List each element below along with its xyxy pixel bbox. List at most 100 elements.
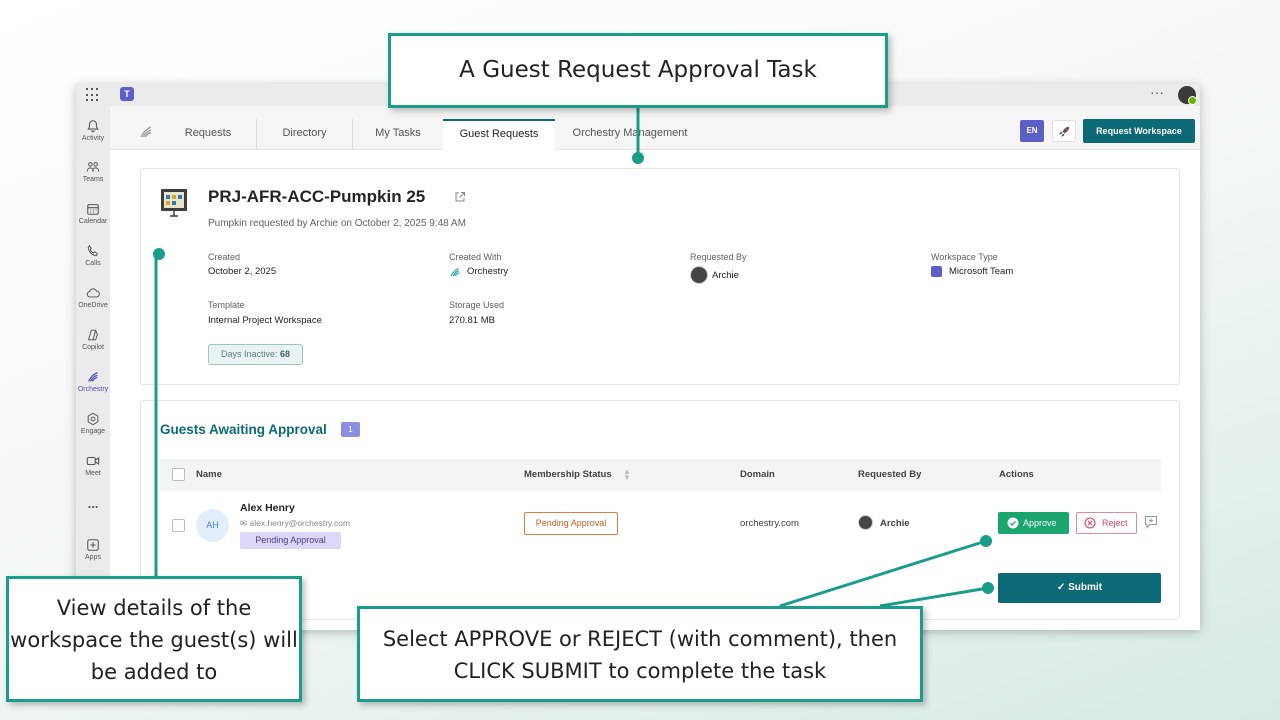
col-actions: Actions bbox=[999, 469, 1034, 480]
more-options-icon[interactable]: ··· bbox=[1150, 84, 1164, 100]
language-button[interactable]: EN bbox=[1020, 120, 1044, 142]
rail-item-orchestry[interactable]: Orchestry bbox=[76, 370, 110, 393]
guest-pending-pill: Pending Approval bbox=[240, 532, 341, 549]
guest-email-text: alex.henry@orchestry.com bbox=[249, 518, 351, 528]
rail-item-apps[interactable]: Apps bbox=[76, 538, 110, 561]
orchestry-logo-icon bbox=[140, 126, 152, 138]
days-inactive-badge: Days Inactive: 68 bbox=[208, 344, 303, 365]
engage-icon bbox=[87, 412, 99, 426]
tab-directory[interactable]: Directory bbox=[256, 119, 352, 150]
guest-avatar: AH bbox=[196, 509, 229, 542]
submit-button[interactable]: ✓ Submit bbox=[998, 573, 1161, 603]
reject-button[interactable]: Reject bbox=[1076, 512, 1137, 534]
bell-icon bbox=[87, 120, 99, 133]
rail-item-teams[interactable]: Teams bbox=[76, 160, 110, 183]
guest-name: Alex Henry bbox=[240, 502, 295, 514]
submit-label: Submit bbox=[1068, 582, 1103, 593]
days-inactive-label: Days Inactive: bbox=[220, 349, 278, 359]
copilot-icon bbox=[87, 329, 98, 341]
teams-app-rail: Activity Teams Calendar Calls OneDrive C… bbox=[76, 106, 110, 630]
template-label: Template bbox=[208, 300, 245, 310]
rail-item-calls[interactable]: Calls bbox=[76, 244, 110, 267]
workspace-subtitle: Pumpkin requested by Archie on October 2… bbox=[208, 218, 466, 229]
template-value: Internal Project Workspace bbox=[208, 315, 322, 326]
storage-value: 270.81 MB bbox=[449, 315, 495, 326]
archie-avatar bbox=[690, 266, 708, 284]
orchestry-app: Requests Directory My Tasks Guest Reques… bbox=[110, 106, 1200, 630]
rail-label: Meet bbox=[85, 470, 101, 477]
app-tab-bar: Requests Directory My Tasks Guest Reques… bbox=[110, 106, 1200, 150]
tab-my-tasks[interactable]: My Tasks bbox=[352, 119, 443, 150]
col-requested-by[interactable]: Requested By bbox=[858, 469, 921, 480]
workspace-title: PRJ-AFR-ACC-Pumpkin 25 bbox=[208, 187, 426, 206]
rail-item-engage[interactable]: Engage bbox=[76, 412, 110, 435]
teams-window: T ··· Activity Teams Calendar Calls OneD… bbox=[76, 84, 1200, 630]
callout-approval-task: A Guest Request Approval Task bbox=[388, 33, 888, 108]
approve-label: Approve bbox=[1023, 518, 1057, 528]
app-launcher-icon[interactable] bbox=[86, 88, 100, 102]
approve-button[interactable]: Approve bbox=[998, 512, 1069, 534]
requested-by-value: Archie bbox=[712, 270, 739, 281]
days-inactive-value: 68 bbox=[280, 349, 291, 359]
request-workspace-button[interactable]: Request Workspace bbox=[1083, 119, 1195, 143]
storage-label: Storage Used bbox=[449, 300, 505, 310]
rail-item-meet[interactable]: Meet bbox=[76, 454, 110, 477]
tab-orchestry-management[interactable]: Orchestry Management bbox=[555, 119, 705, 150]
x-circle-icon bbox=[1084, 517, 1096, 529]
teams-logo-icon: T bbox=[120, 87, 134, 101]
rail-label: Orchestry bbox=[77, 386, 109, 393]
rail-label: Calendar bbox=[78, 218, 108, 225]
guests-count-badge: 1 bbox=[341, 422, 360, 437]
rail-label: Engage bbox=[80, 428, 106, 435]
guest-email: ✉ alex.henry@orchestry.com bbox=[240, 518, 350, 529]
membership-status-badge: Pending Approval bbox=[524, 512, 618, 535]
created-label: Created bbox=[208, 252, 241, 262]
col-domain[interactable]: Domain bbox=[740, 469, 775, 480]
external-link-icon[interactable] bbox=[454, 191, 466, 203]
sort-icon[interactable]: ▲ ▼ bbox=[623, 468, 631, 482]
select-all-checkbox[interactable] bbox=[172, 468, 185, 481]
reject-label: Reject bbox=[1102, 518, 1128, 528]
workspace-type-label: Workspace Type bbox=[931, 252, 998, 262]
tab-guest-requests[interactable]: Guest Requests bbox=[443, 119, 555, 150]
orchestry-small-icon bbox=[450, 267, 460, 277]
rail-label: OneDrive bbox=[78, 302, 108, 309]
rail-label: Copilot bbox=[82, 344, 104, 351]
rail-item-onedrive[interactable]: OneDrive bbox=[76, 286, 110, 309]
workspace-type-value: Microsoft Team bbox=[949, 266, 1014, 277]
col-name[interactable]: Name bbox=[196, 469, 222, 480]
guest-domain: orchestry.com bbox=[740, 518, 799, 529]
requester-avatar bbox=[858, 515, 873, 530]
check-icon: ✓ bbox=[1056, 582, 1069, 593]
video-icon bbox=[86, 456, 100, 466]
rail-label: Activity bbox=[81, 135, 105, 142]
rocket-icon bbox=[1059, 126, 1070, 137]
callout-approve-reject: Select APPROVE or REJECT (with comment),… bbox=[357, 606, 923, 702]
calendar-icon bbox=[87, 204, 99, 215]
created-with-label: Created With bbox=[449, 252, 502, 262]
add-comment-icon[interactable] bbox=[1144, 515, 1158, 529]
check-circle-icon bbox=[1007, 517, 1019, 529]
rail-label: Calls bbox=[85, 260, 101, 267]
rail-item-more[interactable]: ... bbox=[76, 496, 110, 511]
rail-item-activity[interactable]: Activity bbox=[76, 119, 110, 142]
people-icon bbox=[86, 162, 100, 172]
callout-workspace-details: View details of the workspace the guest(… bbox=[6, 576, 302, 702]
rail-label: Apps bbox=[85, 554, 101, 561]
rail-item-calendar[interactable]: Calendar bbox=[76, 202, 110, 225]
requested-by-label: Requested By bbox=[690, 252, 747, 262]
cloud-icon bbox=[86, 288, 100, 298]
tab-requests[interactable]: Requests bbox=[160, 119, 256, 150]
user-avatar[interactable] bbox=[1178, 86, 1197, 105]
rocket-button[interactable] bbox=[1052, 120, 1076, 142]
rail-label: Teams bbox=[82, 176, 104, 183]
orchestry-icon bbox=[88, 372, 98, 382]
phone-icon bbox=[87, 244, 98, 257]
guest-requested-by: Archie bbox=[880, 518, 910, 529]
col-membership-status[interactable]: Membership Status bbox=[524, 469, 612, 480]
rail-item-copilot[interactable]: Copilot bbox=[76, 328, 110, 351]
workspace-details-card: PRJ-AFR-ACC-Pumpkin 25 Pumpkin requested… bbox=[140, 168, 1180, 385]
plus-box-icon bbox=[87, 539, 99, 551]
row-checkbox[interactable] bbox=[172, 519, 185, 532]
more-icon: ... bbox=[87, 496, 99, 511]
